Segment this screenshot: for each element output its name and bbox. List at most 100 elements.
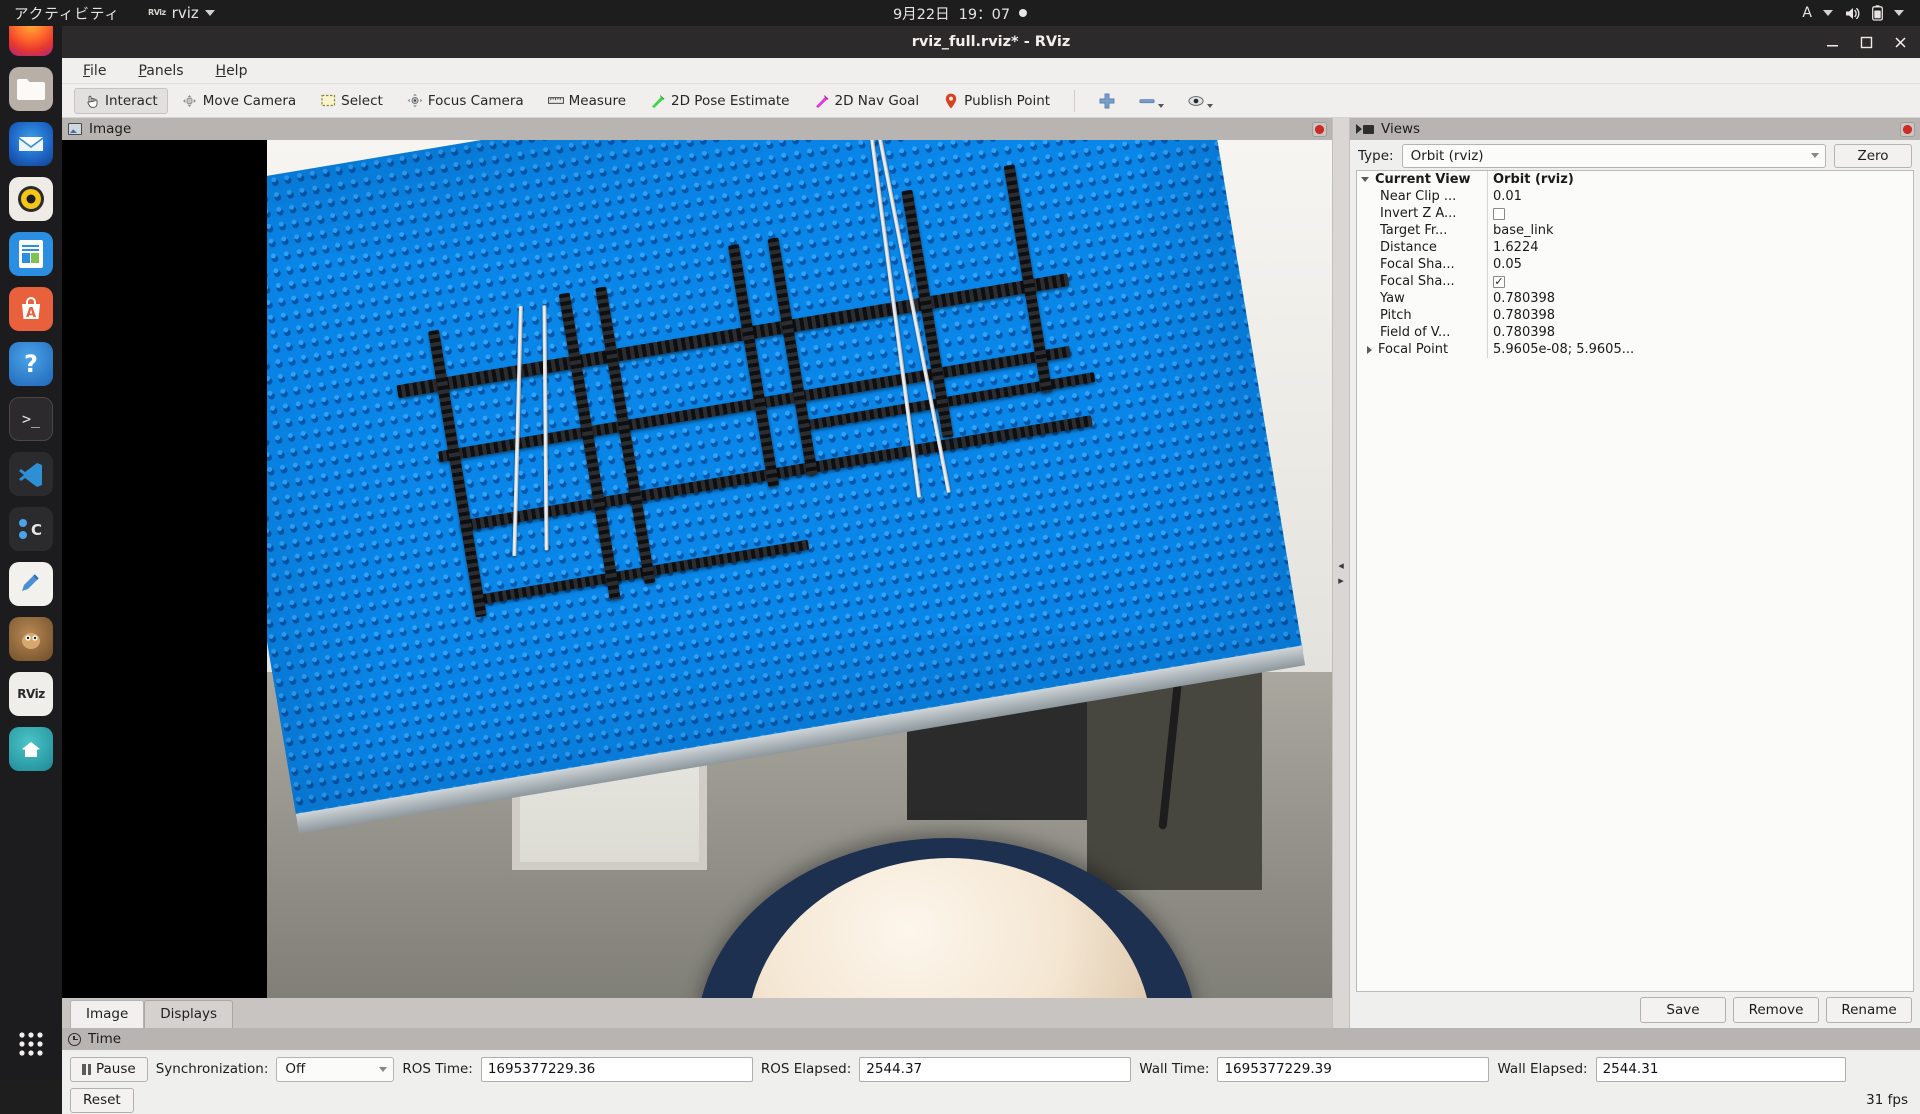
tree-row-value[interactable]: 0.05 (1487, 256, 1913, 273)
collapse-left-icon[interactable]: ◂ (1338, 560, 1344, 571)
system-menu-chevron-icon[interactable] (1894, 10, 1904, 16)
camera-image-content (267, 140, 1332, 998)
tree-row-label: Distance (1380, 240, 1437, 255)
tree-row-pitch[interactable]: Pitch 0.780398 (1357, 307, 1913, 324)
dock-item-libreoffice-writer[interactable] (9, 232, 53, 276)
collapse-right-icon[interactable]: ▸ (1338, 575, 1344, 586)
ruler-icon (547, 94, 564, 108)
app-menu-button[interactable]: RViz rviz (148, 4, 215, 22)
chevron-down-icon (1158, 103, 1165, 108)
maximize-button[interactable] (1856, 32, 1876, 52)
dock-item-text-editor[interactable] (9, 562, 53, 606)
system-tray[interactable]: A (1802, 5, 1904, 21)
tree-row-value[interactable]: 0.780398 (1487, 290, 1913, 307)
rename-view-button[interactable]: Rename (1826, 997, 1912, 1023)
image-render-view[interactable] (62, 140, 1332, 998)
tree-row-focal-point[interactable]: Focal Point 5.9605e-08; 5.9605... (1357, 341, 1913, 358)
dock-item-ubuntu-software[interactable]: A (9, 287, 53, 331)
zero-button[interactable]: Zero (1834, 143, 1912, 168)
views-type-combo[interactable]: Orbit (rviz) (1401, 143, 1826, 168)
reset-button[interactable]: Reset (70, 1087, 134, 1113)
svg-text:A: A (26, 306, 36, 321)
synchronization-combo[interactable]: Off (276, 1056, 395, 1082)
tool-2d-pose-estimate-button[interactable]: 2D Pose Estimate (640, 88, 799, 114)
tree-row-target-frame[interactable]: Target Fr... base_link (1357, 222, 1913, 239)
tree-row-value[interactable]: 0.01 (1487, 188, 1913, 205)
clock-button[interactable]: 9月22日 19：07 (892, 3, 1028, 24)
tab-displays[interactable]: Displays (144, 1000, 234, 1028)
hand-cursor-icon (84, 94, 100, 108)
menu-help[interactable]: Help (211, 61, 253, 81)
tool-visibility-button[interactable] (1178, 88, 1223, 114)
remove-view-button[interactable]: Remove (1733, 997, 1819, 1023)
dock-item-ros[interactable]: C (9, 507, 53, 551)
tool-interact-button[interactable]: Interact (74, 87, 168, 114)
menu-panels[interactable]: Panels (133, 61, 188, 81)
tree-row-near-clip[interactable]: Near Clip ... 0.01 (1357, 188, 1913, 205)
views-type-label: Type: (1358, 147, 1394, 164)
add-tool-button[interactable] (1089, 88, 1125, 114)
clock-date: 9月22日 (892, 6, 950, 23)
tree-row-distance[interactable]: Distance 1.6224 (1357, 239, 1913, 256)
tree-row-value[interactable]: base_link (1487, 222, 1913, 239)
tree-row-value[interactable]: 5.9605e-08; 5.9605... (1487, 341, 1913, 358)
checkbox-checked-icon[interactable]: ✓ (1493, 275, 1505, 288)
dock-item-rhythmbox[interactable] (9, 177, 53, 221)
wall-time-field[interactable]: 1695377229.39 (1217, 1056, 1490, 1082)
dock-item-vscode[interactable] (9, 452, 53, 496)
input-method-chevron-icon[interactable] (1823, 10, 1833, 16)
tool-measure-button[interactable]: Measure (538, 88, 636, 114)
views-panel-close-button[interactable]: ✕ (1900, 121, 1915, 137)
dock-item-help[interactable]: ? (9, 342, 53, 386)
save-view-button[interactable]: Save (1640, 997, 1726, 1023)
tree-row-field-of-view[interactable]: Field of V... 0.780398 (1357, 324, 1913, 341)
ros-elapsed-field[interactable]: 2544.37 (859, 1056, 1132, 1082)
tool-select-button[interactable]: Select (310, 88, 393, 114)
tree-row-focal-shape-fixed-size[interactable]: Focal Sha... ✓ (1357, 273, 1913, 290)
dock-item-files[interactable] (9, 67, 53, 111)
tree-row-yaw[interactable]: Yaw 0.780398 (1357, 290, 1913, 307)
tree-row-value[interactable]: 1.6224 (1487, 239, 1913, 256)
tree-row-label: Invert Z A... (1380, 206, 1457, 221)
tool-2d-nav-goal-button[interactable]: 2D Nav Goal (804, 88, 930, 114)
input-method-icon[interactable]: A (1802, 5, 1812, 21)
dock-item-gimp[interactable] (9, 617, 53, 661)
tree-row-label: Pitch (1380, 308, 1412, 323)
tree-row-value[interactable]: ✓ (1487, 273, 1913, 290)
chevron-right-icon[interactable] (1367, 345, 1372, 354)
rviz-window: rviz_full.rviz* - RViz FFileile Panels H… (62, 26, 1920, 1114)
tree-row-value[interactable] (1487, 205, 1913, 222)
chevron-down-icon[interactable] (1361, 177, 1369, 182)
window-titlebar[interactable]: rviz_full.rviz* - RViz (62, 26, 1920, 58)
panel-splitter[interactable]: ◂ ▸ (1332, 118, 1350, 1028)
wall-elapsed-field[interactable]: 2544.31 (1595, 1056, 1846, 1082)
close-button[interactable] (1890, 32, 1910, 52)
tree-row-focal-shape-size[interactable]: Focal Sha... 0.05 (1357, 256, 1913, 273)
tool-publish-point-button[interactable]: Publish Point (933, 88, 1060, 114)
tab-image[interactable]: Image (70, 1000, 145, 1028)
minus-icon (1139, 94, 1155, 108)
dock-item-rviz[interactable]: RViz (9, 672, 53, 716)
dock-item-terminal[interactable]: >_ (9, 397, 53, 441)
tree-row-value[interactable]: 0.780398 (1487, 307, 1913, 324)
views-property-tree[interactable]: Current View Orbit (rviz) Near Clip ... … (1356, 170, 1914, 992)
tool-move-camera-button[interactable]: Move Camera (172, 88, 306, 114)
tree-row-current-view[interactable]: Current View Orbit (rviz) (1357, 171, 1913, 188)
dock-item-app-extra[interactable] (9, 727, 53, 771)
volume-icon[interactable] (1844, 6, 1861, 21)
battery-icon[interactable] (1872, 5, 1883, 21)
activities-button[interactable]: アクティビティ (14, 3, 120, 24)
tree-row-value[interactable]: 0.780398 (1487, 324, 1913, 341)
image-panel-close-button[interactable]: ✕ (1312, 121, 1327, 137)
pause-button[interactable]: Pause (70, 1056, 148, 1082)
time-panel-title: Time (88, 1031, 122, 1047)
remove-tool-button[interactable] (1129, 88, 1174, 114)
tool-focus-camera-button[interactable]: Focus Camera (397, 88, 534, 114)
dock-item-show-applications[interactable] (9, 1022, 53, 1066)
menu-file[interactable]: FFileile (78, 61, 111, 81)
tree-row-invert-z-axis[interactable]: Invert Z A... (1357, 205, 1913, 222)
checkbox-unchecked-icon[interactable] (1493, 207, 1505, 220)
dock-item-thunderbird[interactable] (9, 122, 53, 166)
ros-time-field[interactable]: 1695377229.36 (480, 1056, 753, 1082)
minimize-button[interactable] (1822, 32, 1842, 52)
